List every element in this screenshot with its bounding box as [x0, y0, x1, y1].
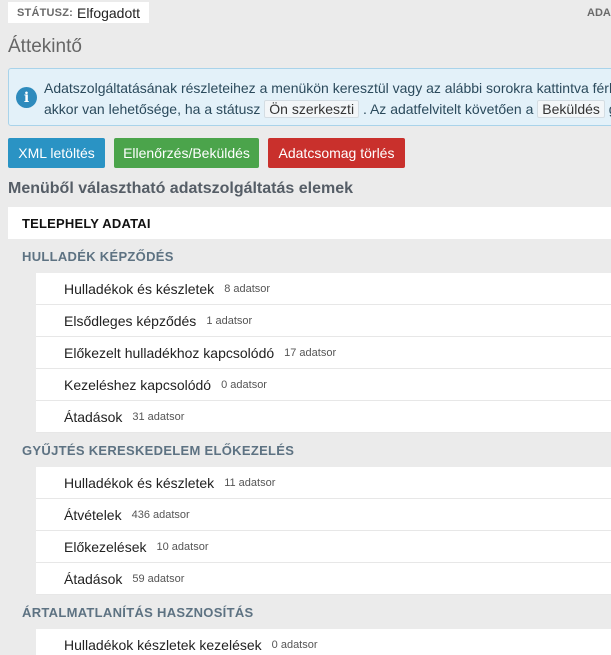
item-count: 10 adatsor [156, 540, 209, 553]
group-header-collection-trade: GYŰJTÉS KERESKEDELEM ELŐKEZELÉS [22, 442, 295, 458]
group-header-waste-generation: HULLADÉK KÉPZŐDÉS [22, 248, 174, 264]
item-label: Előkezelt hulladékhoz kapcsolódó [64, 344, 275, 361]
list-item[interactable]: Előkezelt hulladékhoz kapcsolódó 17 adat… [36, 337, 611, 369]
list-item[interactable]: Átadások 59 adatsor [36, 563, 611, 595]
list-item[interactable]: Hulladékok és készletek 8 adatsor [36, 273, 611, 305]
page-title: Áttekintő [8, 36, 82, 57]
item-label: Hulladékok készletek kezelések [64, 636, 262, 653]
item-label: Átadások [64, 570, 123, 587]
section-title: Menüből választható adatszolgáltatás ele… [8, 180, 353, 197]
group-header-disposal-recovery: ÁRTALMATLANÍTÁS HASZNOSÍTÁS [22, 604, 254, 620]
item-label: Átvételek [64, 506, 122, 523]
header-right-label: ADA [587, 7, 611, 19]
status-label: STÁTUSZ: [17, 6, 73, 19]
list-item[interactable]: Átadások 31 adatsor [36, 401, 611, 433]
item-label: Átadások [64, 408, 123, 425]
item-label: Hulladékok és készletek [64, 280, 215, 297]
item-count: 8 adatsor [224, 282, 271, 295]
check-submit-button[interactable]: Ellenőrzés/Beküldés [114, 138, 259, 168]
item-label: Hulladékok és készletek [64, 474, 215, 491]
list-item[interactable]: Kezeléshez kapcsolódó 0 adatsor [36, 369, 611, 401]
item-label: Kezeléshez kapcsolódó [64, 376, 212, 393]
item-count: 11 adatsor [224, 476, 276, 489]
list-item[interactable]: Hulladékok és készletek 11 adatsor [36, 467, 611, 499]
info-circle-icon: i [16, 87, 37, 108]
action-buttons: XML letöltés Ellenőrzés/Beküldés Adatcso… [8, 138, 405, 168]
status-value: Elfogadott [76, 4, 141, 21]
info-alert: i Adatszolgáltatásának részleteihez a me… [8, 68, 611, 126]
info-line-2-b: . Az adatfelvitelt követően a [362, 101, 534, 117]
item-label: Elsődleges képződés [64, 312, 197, 329]
item-count: 31 adatsor [132, 410, 185, 423]
item-count: 0 adatsor [271, 638, 318, 651]
item-count: 436 adatsor [131, 508, 190, 521]
item-count: 0 adatsor [221, 378, 267, 391]
info-text: Adatszolgáltatásának részleteihez a menü… [44, 78, 611, 120]
list-item[interactable]: Elsődleges képződés 1 adatsor [36, 305, 611, 337]
menu-item-telephely[interactable]: TELEPHELY ADATAI [8, 207, 611, 239]
status-bar: STÁTUSZ: Elfogadott [8, 2, 150, 23]
item-count: 59 adatsor [132, 572, 185, 585]
data-elements-menu: TELEPHELY ADATAI HULLADÉK KÉPZŐDÉS Hulla… [8, 207, 611, 655]
item-label: Előkezelések [64, 538, 147, 555]
delete-package-button[interactable]: Adatcsomag törlés [268, 138, 405, 168]
status-code-editing: Ön szerkeszti [264, 100, 360, 118]
item-count: 17 adatsor [284, 346, 337, 359]
info-line-1: Adatszolgáltatásának részleteihez a menü… [44, 80, 611, 96]
item-count: 1 adatsor [206, 314, 253, 327]
info-line-2: akkor van lehetősége, ha a státusz Ön sz… [44, 99, 611, 120]
xml-download-button[interactable]: XML letöltés [8, 138, 105, 168]
list-item[interactable]: Előkezelések 10 adatsor [36, 531, 611, 563]
list-item[interactable]: Átvételek 436 adatsor [36, 499, 611, 531]
info-line-2-a: akkor van lehetősége, ha a státusz [44, 101, 261, 117]
list-item[interactable]: Hulladékok készletek kezelések 0 adatsor [36, 629, 611, 655]
status-code-submit: Beküldés [537, 100, 605, 118]
